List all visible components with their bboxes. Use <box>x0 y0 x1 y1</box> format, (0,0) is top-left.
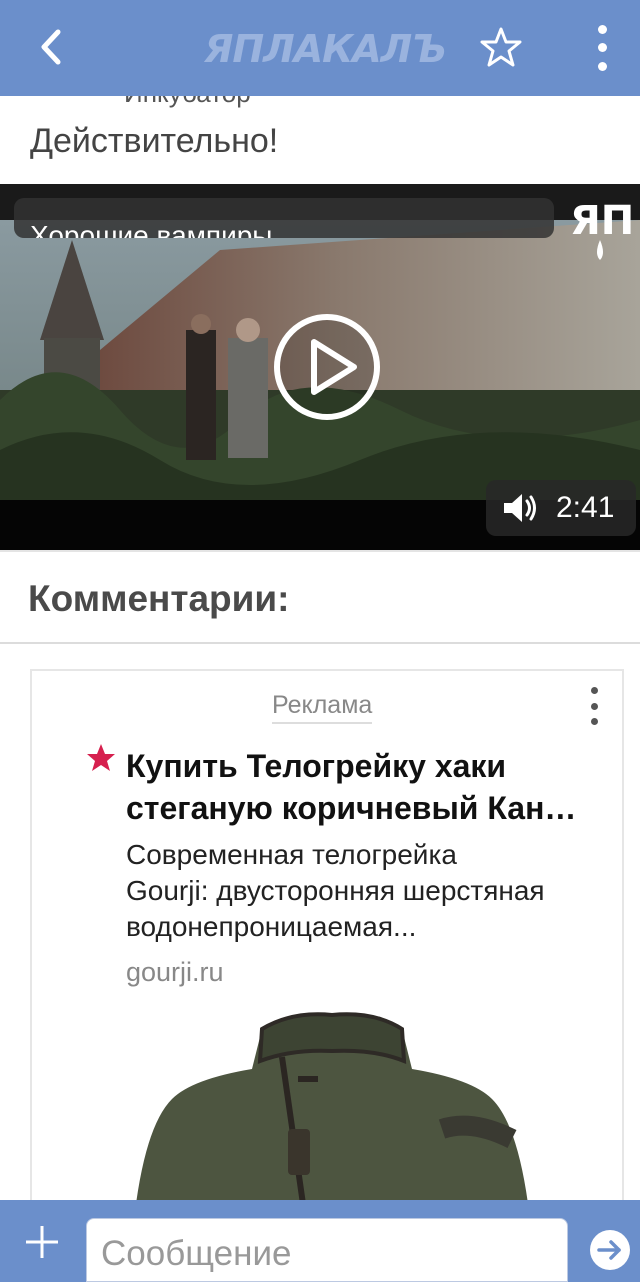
ad-label: Реклама <box>272 691 373 724</box>
message-input[interactable] <box>87 1219 567 1281</box>
video-title: Хорошие вампиры. <box>30 220 281 238</box>
volume-icon[interactable] <box>502 491 540 525</box>
star-icon <box>87 744 115 771</box>
divider <box>0 642 640 644</box>
menu-dot <box>590 687 598 694</box>
ad-title-line: стеганую коричневый Кан… <box>126 790 577 826</box>
chevron-left-icon <box>41 29 61 65</box>
ad-title[interactable]: Купить Телогрейку хаки стеганую коричнев… <box>126 745 616 829</box>
menu-dot <box>590 718 598 725</box>
video-player[interactable]: Хорошие вампиры. ЯП 2:41 <box>0 184 640 550</box>
ad-desc-line: Современная телогрейка <box>126 839 457 870</box>
menu-dot <box>597 24 607 34</box>
message-composer <box>0 1200 640 1282</box>
send-arrow-icon[interactable] <box>588 1228 632 1272</box>
jacket-image[interactable] <box>112 1009 552 1229</box>
overflow-menu-button[interactable] <box>582 20 622 76</box>
video-duration: 2:41 <box>556 491 615 524</box>
message-field-wrapper <box>86 1218 568 1282</box>
ad-description: Современная телогрейка Gourji: двусторон… <box>126 837 616 945</box>
post-text: Действительно! <box>30 122 279 160</box>
star-outline-icon <box>480 27 522 67</box>
ad-menu-button[interactable] <box>584 687 604 725</box>
channel-logo-text: ЯП <box>570 198 634 244</box>
menu-dot <box>597 62 607 72</box>
ad-title-line: Купить Телогрейку хаки <box>126 748 507 784</box>
play-icon[interactable] <box>272 312 382 422</box>
ad-desc-line: Gourji: двусторонняя шерстяная <box>126 875 545 906</box>
ad-desc-line: водонепроницаемая... <box>126 911 417 942</box>
ad-card[interactable]: Реклама Купить Телогрейку хаки стеганую … <box>30 669 624 1229</box>
ad-domain[interactable]: gourji.ru <box>126 957 224 988</box>
comments-heading: Комментарии: <box>28 578 290 619</box>
video-duration-badge: 2:41 <box>486 480 636 536</box>
favorite-button[interactable] <box>476 22 526 72</box>
site-logo[interactable]: ЯПЛАКАЛЪ <box>200 24 450 74</box>
channel-logo: ЯП <box>570 198 634 260</box>
menu-dot <box>590 702 598 710</box>
video-title-bar: Хорошие вампиры. <box>14 198 554 238</box>
back-button[interactable] <box>26 22 76 72</box>
menu-dot <box>597 43 607 53</box>
plus-icon[interactable] <box>22 1222 62 1262</box>
divider <box>0 550 640 552</box>
top-app-bar: ЯПЛАКАЛЪ <box>0 0 640 96</box>
